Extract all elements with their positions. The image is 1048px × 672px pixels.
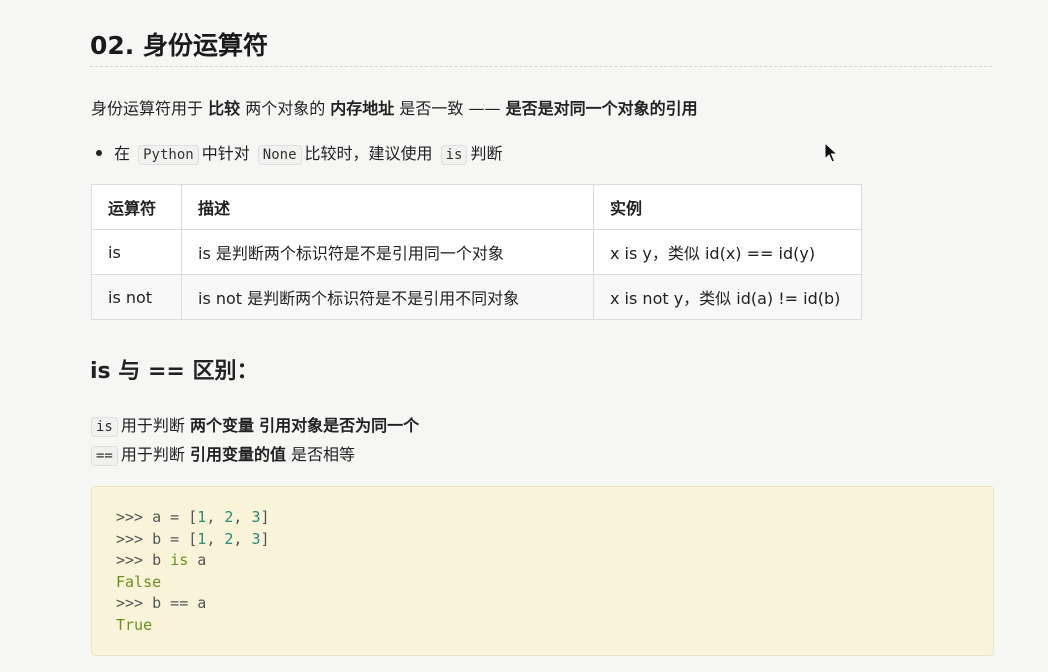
inline-code-python: Python — [138, 145, 199, 165]
bullet-text-2: 中针对 — [201, 144, 250, 163]
heading-divider — [90, 66, 992, 67]
intro-text-1: 身份运算符用于 — [91, 99, 209, 118]
inline-code-is: is — [440, 145, 468, 165]
intro-text-3: 是否一致 —— — [394, 99, 506, 118]
code-line: >>> b == a — [116, 594, 207, 613]
code-line: >>> b = [1, 2, 3] — [116, 529, 270, 548]
diff-bold: 引用变量的值 — [189, 445, 286, 464]
table-cell: is not — [91, 274, 182, 320]
intro-text-2: 两个对象的 — [240, 99, 331, 118]
inline-code-is-op: is — [91, 417, 118, 437]
operators-table: 运算符 描述 实例 is is 是判断两个标识符是不是引用同一个对象 x is … — [91, 184, 862, 320]
section-heading: 02. 身份运算符 — [90, 31, 268, 60]
code-line: >>> a = [1, 2, 3] — [116, 508, 270, 526]
diff-bold: 两个变量 — [189, 416, 254, 435]
bullet-text-3: 比较时，建议使用 — [304, 144, 433, 163]
code-output-line: True — [116, 615, 153, 634]
code-output-line: False — [116, 572, 162, 591]
inline-code-none: None — [257, 145, 302, 165]
difference-list: is 用于判断 两个变量 引用对象是否为同一个 == 用于判断 引用变量的值 是否相… — [91, 412, 419, 470]
table-row: is is 是判断两个标识符是不是引用同一个对象 x is y，类似 id(x)… — [91, 229, 862, 275]
table-row: is not is not 是判断两个标识符是不是引用不同对象 x is not… — [91, 274, 862, 320]
diff-text: 是否相等 — [285, 445, 356, 464]
table-header-row: 运算符 描述 实例 — [91, 184, 862, 230]
mouse-pointer-icon — [824, 142, 838, 163]
table-header-operator: 运算符 — [91, 184, 182, 230]
difference-line-eq: == 用于判断 引用变量的值 是否相等 — [91, 441, 419, 470]
intro-bold-1: 比较 — [208, 99, 241, 118]
table-cell: is not 是判断两个标识符是不是引用不同对象 — [181, 274, 594, 320]
table-header-example: 实例 — [593, 184, 862, 230]
code-block: >>> a = [1, 2, 3] >>> b = [1, 2, 3] >>> b … — [91, 486, 994, 656]
bullet-text-1: 在 — [114, 144, 131, 163]
intro-bold-3: 是否是对同一个对象的引用 — [505, 99, 698, 118]
diff-bold: 引用对象是否为同一个 — [259, 416, 420, 435]
intro-paragraph: 身份运算符用于 比较 两个对象的 内存地址 是否一致 —— 是否是对同一个对象的… — [91, 97, 698, 121]
intro-bold-2: 内存地址 — [330, 99, 395, 118]
table-cell: is 是判断两个标识符是不是引用同一个对象 — [181, 229, 594, 275]
table-cell: x is y，类似 id(x) == id(y) — [593, 229, 862, 275]
bullet-item: 在 Python 中针对 None 比较时，建议使用 is 判断 — [96, 141, 503, 168]
inline-code-eq-op: == — [91, 446, 118, 466]
difference-line-is: is 用于判断 两个变量 引用对象是否为同一个 — [91, 412, 419, 441]
diff-text: 用于判断 — [120, 445, 190, 464]
document-page: 02. 身份运算符 身份运算符用于 比较 两个对象的 内存地址 是否一致 —— … — [0, 0, 1048, 672]
bullet-text-4: 判断 — [470, 144, 503, 163]
table-header-description: 描述 — [181, 184, 594, 230]
subsection-heading: is 与 == 区别： — [90, 359, 259, 384]
diff-text: 用于判断 — [120, 416, 190, 435]
code-content: >>> a = [1, 2, 3] >>> b = [1, 2, 3] >>> b … — [116, 507, 969, 637]
table-cell: is — [91, 229, 182, 275]
bullet-dot-icon — [96, 149, 102, 156]
code-line: >>> b is a — [116, 551, 207, 570]
table-cell: x is not y，类似 id(a) != id(b) — [593, 274, 862, 320]
